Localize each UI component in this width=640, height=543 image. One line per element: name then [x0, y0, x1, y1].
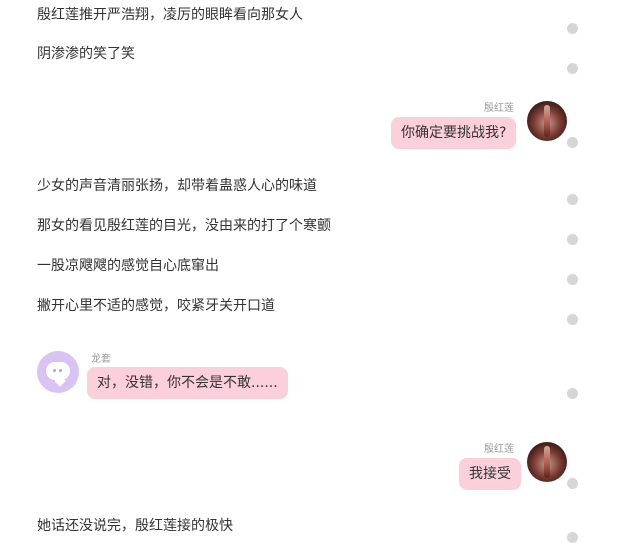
status-dot-icon[interactable]: [567, 23, 578, 34]
status-dot-icon[interactable]: [567, 388, 578, 399]
status-dot-icon[interactable]: [567, 194, 578, 205]
status-dot-icon[interactable]: [567, 274, 578, 285]
avatar-photo-detail: [544, 105, 550, 137]
narration-line: 撇开心里不适的感觉，咬紧牙关开口道: [37, 298, 275, 314]
avatar-photo-detail: [544, 446, 550, 478]
narration-line: 她话还没说完，殷红莲接的极快: [37, 518, 233, 534]
status-dot-icon[interactable]: [567, 478, 578, 489]
speaker-name: 龙套: [91, 354, 111, 365]
status-dot-icon[interactable]: [567, 314, 578, 325]
avatar-eye: [53, 369, 56, 372]
message-bubble[interactable]: 对，没错，你不会是不敢......: [87, 367, 288, 399]
status-dot-icon[interactable]: [567, 137, 578, 148]
character-avatar[interactable]: [527, 442, 567, 482]
chat-bubble-icon: [46, 362, 70, 380]
narration-line: 少女的声音清丽张扬，却带着蛊惑人心的味道: [37, 178, 317, 194]
chat-bubble-avatar-icon[interactable]: [37, 351, 79, 393]
message-bubble[interactable]: 我接受: [459, 458, 521, 490]
character-avatar[interactable]: [527, 101, 567, 141]
status-dot-icon[interactable]: [567, 234, 578, 245]
narration-line: 阴渗渗的笑了笑: [37, 46, 135, 62]
status-dot-icon[interactable]: [567, 63, 578, 74]
speaker-name: 殷红莲: [484, 444, 514, 455]
speaker-name: 殷红莲: [484, 103, 514, 114]
narration-line: 那女的看见殷红莲的目光，没由来的打了个寒颤: [37, 218, 331, 234]
avatar-eye: [59, 369, 62, 372]
narration-line: 殷红莲推开严浩翔，凌厉的眼眸看向那女人: [37, 7, 303, 23]
message-bubble[interactable]: 你确定要挑战我?: [391, 117, 517, 149]
narration-line: 一股凉飕飕的感觉自心底窜出: [37, 258, 219, 274]
